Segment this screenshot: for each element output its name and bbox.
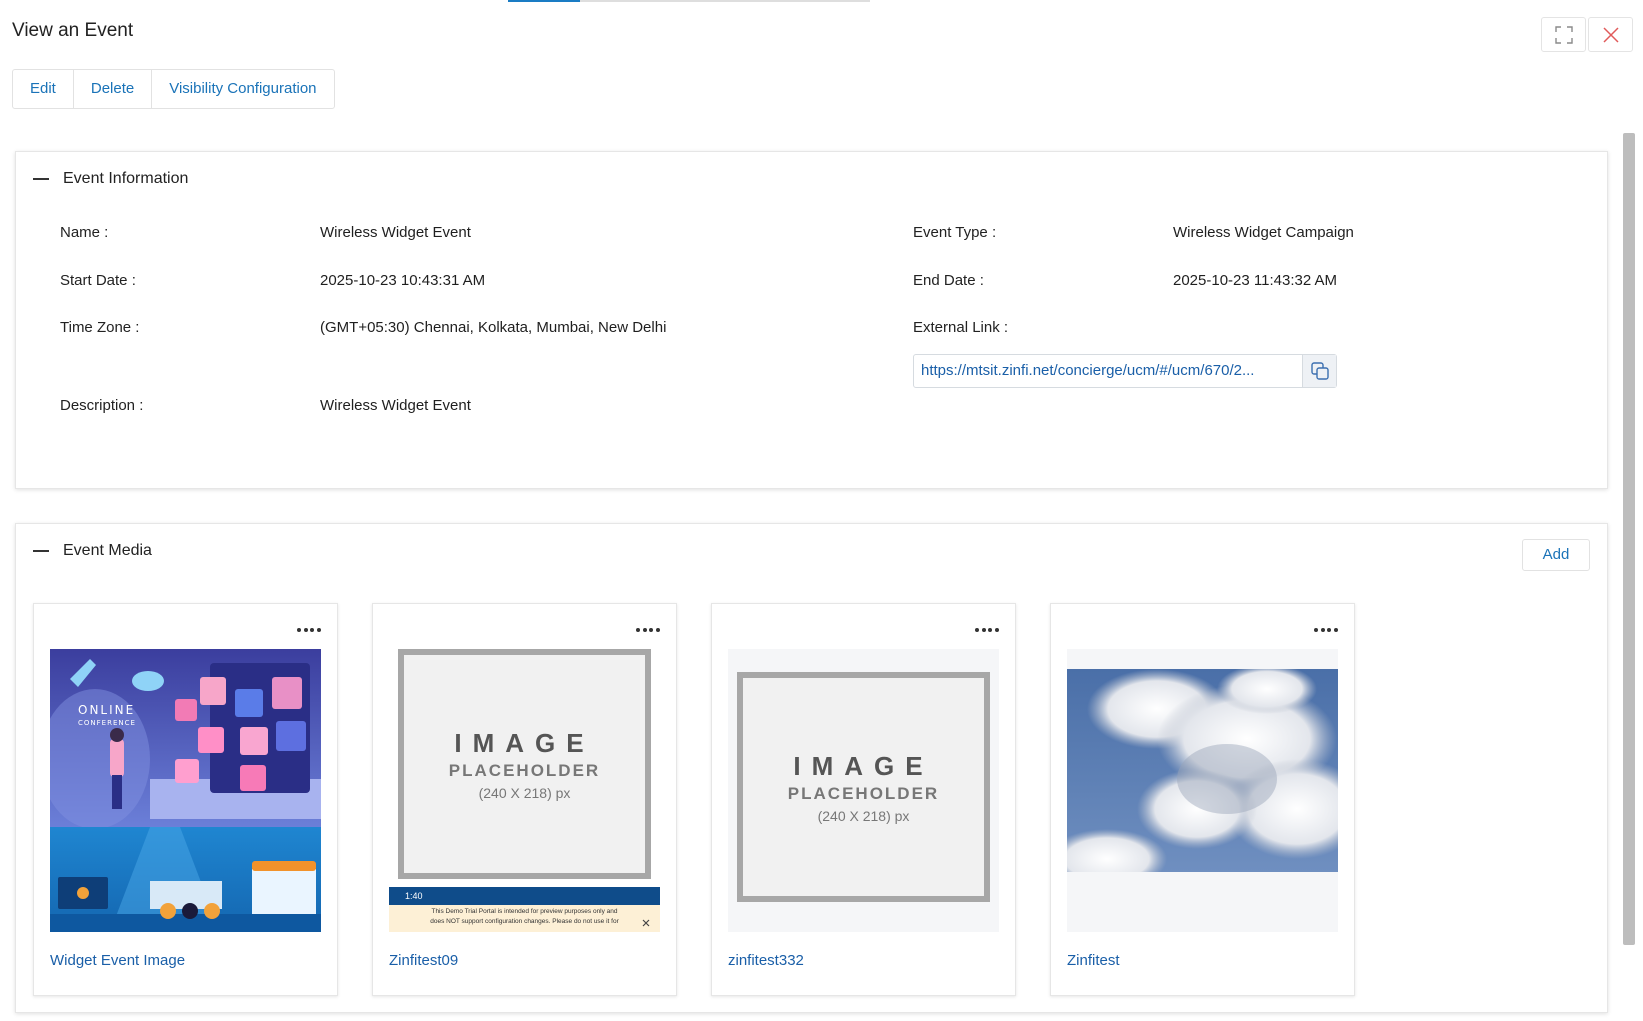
page-title: View an Event bbox=[12, 20, 134, 41]
media-card: IMAGE PLACEHOLDER (240 X 218) px 1:40 Th… bbox=[372, 603, 677, 996]
description-value: Wireless Widget Event bbox=[320, 397, 471, 414]
image-placeholder: IMAGE PLACEHOLDER (240 X 218) px bbox=[398, 649, 651, 879]
visibility-configuration-button[interactable]: Visibility Configuration bbox=[152, 70, 333, 108]
copy-link-button[interactable] bbox=[1302, 355, 1336, 387]
placeholder-size: (240 X 218) px bbox=[478, 784, 571, 801]
more-options-icon[interactable] bbox=[297, 622, 321, 638]
external-link-label: External Link : bbox=[913, 319, 1009, 336]
expand-button[interactable] bbox=[1541, 17, 1586, 52]
external-link-field: https://mtsit.zinfi.net/concierge/ucm/#/… bbox=[913, 354, 1337, 388]
event-type-label: Event Type : bbox=[913, 224, 997, 241]
media-card: IMAGE PLACEHOLDER (240 X 218) px zinfite… bbox=[711, 603, 1016, 996]
end-date-value: 2025-10-23 11:43:32 AM bbox=[1173, 272, 1338, 289]
expand-icon bbox=[1554, 25, 1573, 44]
cloud-sky-photo bbox=[1067, 669, 1338, 872]
online-conference-illustration: ONLINE CONFERENCE bbox=[50, 649, 321, 932]
panel-title: Event Information bbox=[63, 170, 189, 187]
banner-text: This Demo Trial Portal is intended for p… bbox=[389, 905, 660, 927]
event-information-header[interactable]: Event Information bbox=[33, 170, 188, 188]
media-name-link[interactable]: zinfitest332 bbox=[728, 952, 804, 969]
media-thumbnail[interactable]: IMAGE PLACEHOLDER (240 X 218) px 1:40 Th… bbox=[389, 649, 660, 932]
media-name-link[interactable]: Zinfitest bbox=[1067, 952, 1120, 969]
svg-text:ONLINE: ONLINE bbox=[78, 703, 135, 717]
placeholder-subtitle: PLACEHOLDER bbox=[787, 783, 940, 803]
time-zone-value: (GMT+05:30) Chennai, Kolkata, Mumbai, Ne… bbox=[320, 319, 667, 336]
start-date-value: 2025-10-23 10:43:31 AM bbox=[320, 272, 486, 289]
media-card: Zinfitest bbox=[1050, 603, 1355, 996]
media-card: ONLINE CONFERENCE Widget Event Image bbox=[33, 603, 338, 996]
close-icon bbox=[1602, 26, 1619, 43]
time-zone-label: Time Zone : bbox=[60, 319, 140, 336]
start-date-label: Start Date : bbox=[60, 272, 136, 289]
placeholder-title: IMAGE bbox=[793, 750, 934, 781]
edit-button[interactable]: Edit bbox=[13, 70, 74, 108]
media-thumbnail[interactable]: ONLINE CONFERENCE bbox=[50, 649, 321, 932]
delete-button[interactable]: Delete bbox=[74, 70, 153, 108]
media-thumbnail[interactable]: IMAGE PLACEHOLDER (240 X 218) px bbox=[728, 649, 999, 932]
media-thumbnail[interactable] bbox=[1067, 649, 1338, 932]
name-value: Wireless Widget Event bbox=[320, 224, 471, 241]
event-information-panel: Event Information Name : Wireless Widget… bbox=[15, 151, 1608, 489]
status-bar-time: 1:40 bbox=[405, 891, 423, 901]
placeholder-title: IMAGE bbox=[454, 727, 595, 758]
window-controls bbox=[1541, 17, 1633, 52]
placeholder-size: (240 X 218) px bbox=[817, 807, 910, 824]
media-name-link[interactable]: Widget Event Image bbox=[50, 952, 185, 969]
end-date-label: End Date : bbox=[913, 272, 984, 289]
name-label: Name : bbox=[60, 224, 109, 241]
description-label: Description : bbox=[60, 397, 144, 414]
event-type-value: Wireless Widget Campaign bbox=[1173, 224, 1354, 241]
media-name-link[interactable]: Zinfitest09 bbox=[389, 952, 458, 969]
external-link[interactable]: https://mtsit.zinfi.net/concierge/ucm/#/… bbox=[914, 355, 1302, 387]
copy-icon bbox=[1310, 362, 1329, 380]
panel-title: Event Media bbox=[63, 542, 152, 559]
more-options-icon[interactable] bbox=[636, 622, 660, 638]
status-bar: 1:40 bbox=[389, 887, 660, 905]
svg-text:CONFERENCE: CONFERENCE bbox=[78, 719, 136, 727]
collapse-icon[interactable] bbox=[33, 178, 49, 180]
loading-progress-bar bbox=[508, 0, 870, 2]
add-media-button[interactable]: Add bbox=[1522, 539, 1590, 571]
loading-progress-fill bbox=[508, 0, 581, 2]
screenshot-banner: 1:40 This Demo Trial Portal is intended … bbox=[389, 887, 660, 932]
scrollbar-thumb[interactable] bbox=[1623, 133, 1635, 945]
more-options-icon[interactable] bbox=[1314, 622, 1338, 638]
close-icon bbox=[642, 919, 650, 927]
image-placeholder: IMAGE PLACEHOLDER (240 X 218) px bbox=[737, 672, 990, 902]
page-scrollbar[interactable] bbox=[1623, 133, 1635, 945]
banner-line: does NOT support configuration changes. … bbox=[430, 918, 619, 925]
event-media-header[interactable]: Event Media bbox=[33, 542, 152, 560]
placeholder-subtitle: PLACEHOLDER bbox=[448, 760, 601, 780]
close-button[interactable] bbox=[1588, 17, 1633, 52]
event-media-panel: Event Media Add ONLINE CONFERENCE Widget… bbox=[15, 523, 1608, 1013]
more-options-icon[interactable] bbox=[975, 622, 999, 638]
collapse-icon[interactable] bbox=[33, 550, 49, 552]
banner-line: This Demo Trial Portal is intended for p… bbox=[431, 908, 618, 915]
action-toolbar: Edit Delete Visibility Configuration bbox=[12, 69, 335, 109]
